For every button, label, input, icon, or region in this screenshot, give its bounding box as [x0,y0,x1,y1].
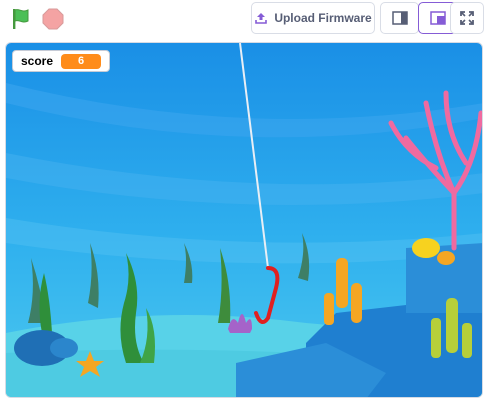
upload-firmware-label: Upload Firmware [274,11,372,25]
score-value: 6 [61,53,102,69]
green-flag-icon[interactable] [8,6,34,32]
upload-firmware-button[interactable]: Upload Firmware [251,2,375,34]
fullscreen-icon [460,11,474,25]
small-stage-button[interactable] [380,2,419,34]
small-stage-icon [391,11,408,25]
stop-icon[interactable] [40,6,66,32]
large-stage-icon [429,11,446,25]
upload-icon [255,13,268,24]
stage-canvas[interactable] [5,42,483,398]
score-monitor[interactable]: score 6 [12,50,110,72]
fullscreen-button[interactable] [450,2,484,34]
stage-toolbar: Upload Firmware [0,0,487,38]
score-label: score [21,54,54,68]
